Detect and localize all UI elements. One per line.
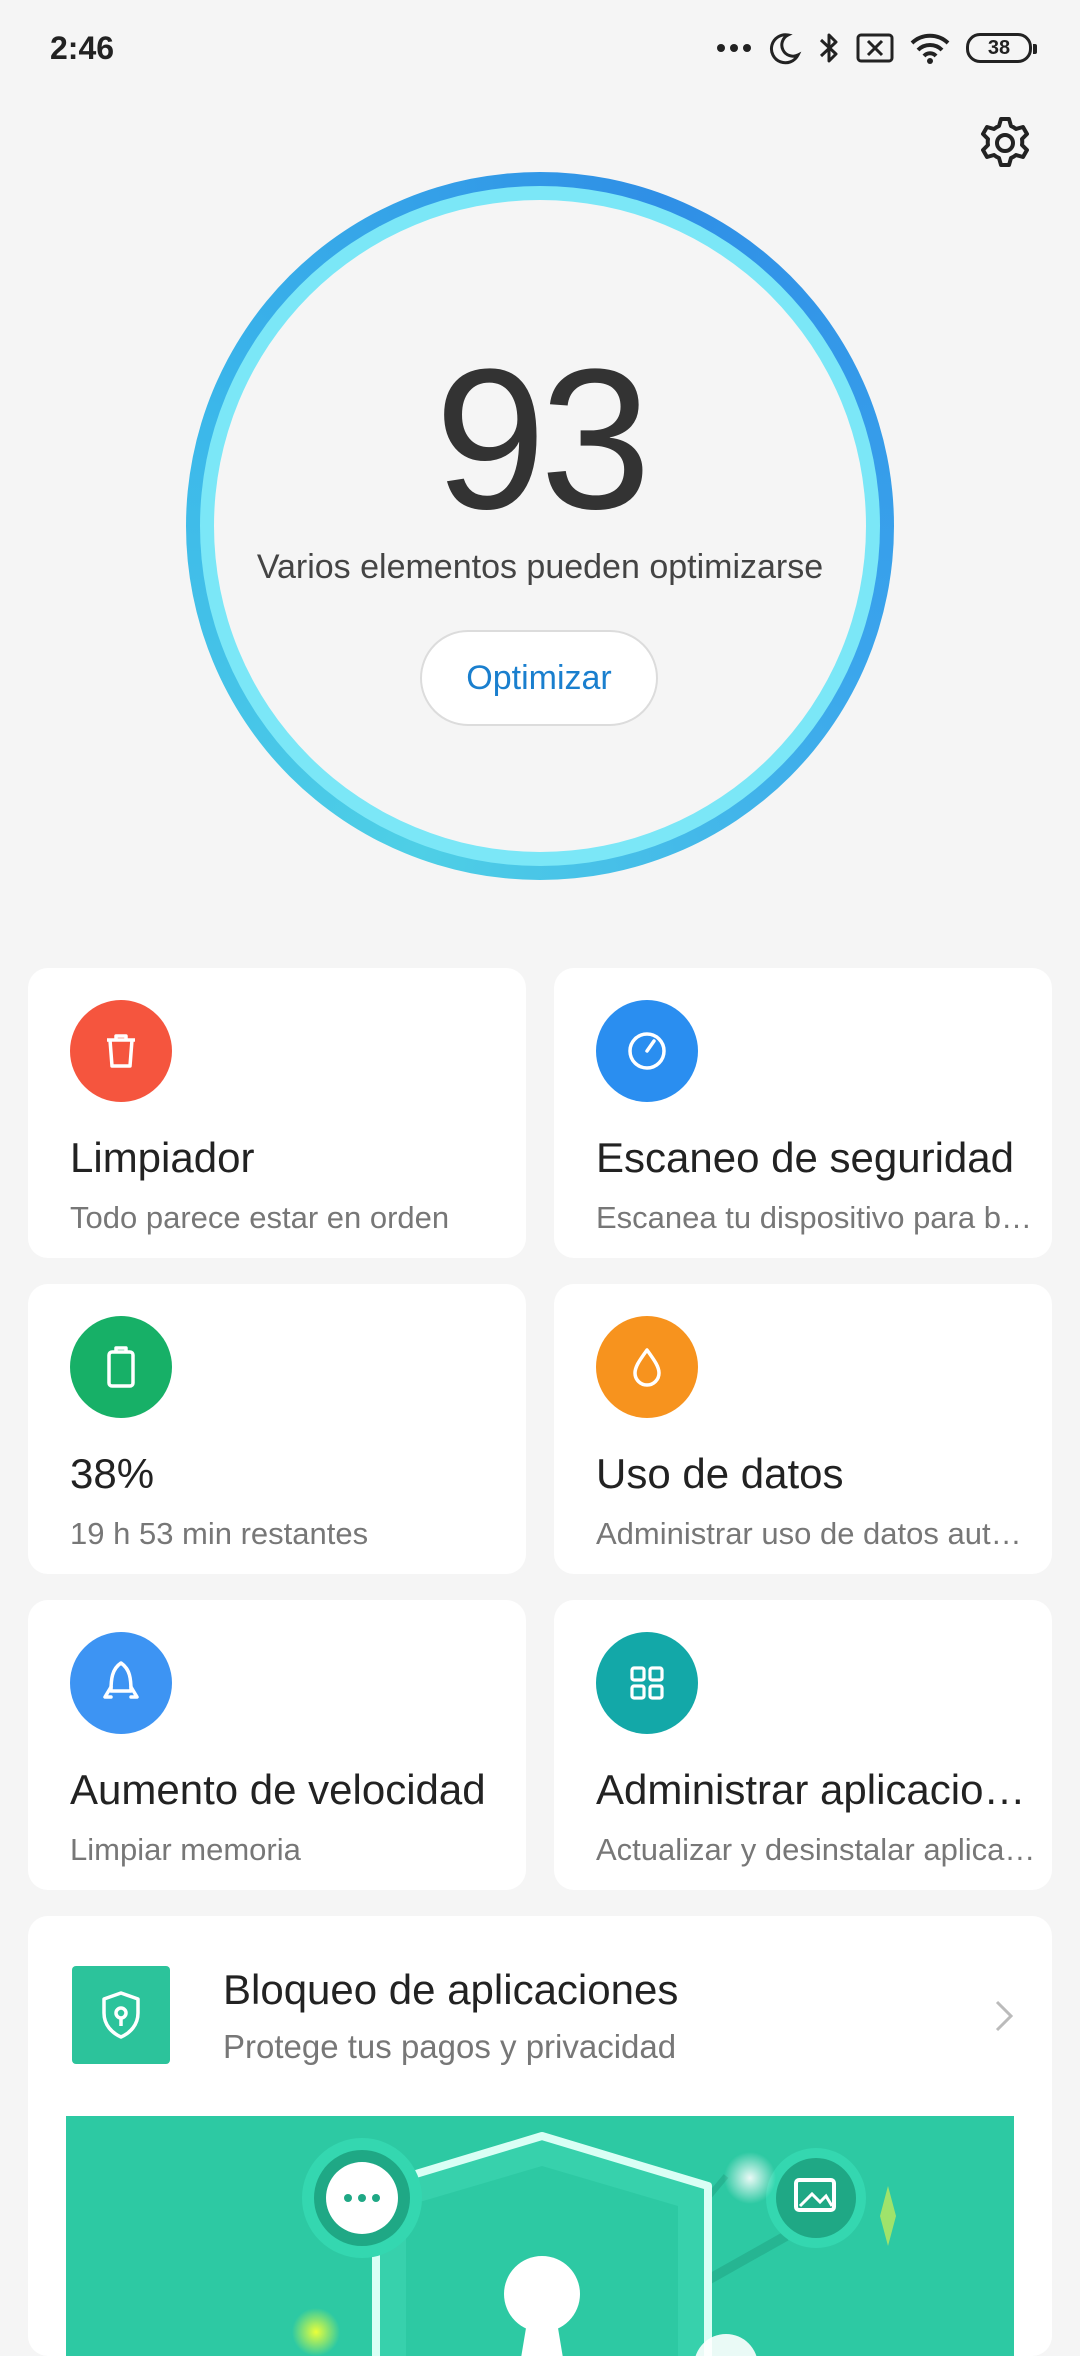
battery-card[interactable]: 38% 19 h 53 min restantes — [28, 1284, 526, 1574]
score-message: Varios elementos pueden optimizarse — [256, 548, 824, 586]
score-value: 93 — [434, 328, 651, 551]
card-subtitle: Escanea tu dispositivo para buscar amena… — [596, 1200, 1038, 1235]
battery-icon: 38 — [966, 33, 1037, 63]
card-subtitle: Todo parece estar en orden — [70, 1200, 450, 1235]
card-subtitle: Actualizar y desinstalar aplicaciones — [596, 1832, 1038, 1867]
rocket-icon — [70, 1632, 172, 1734]
card-title: 38% — [70, 1450, 155, 1497]
battery-icon — [70, 1316, 172, 1418]
card-title: Aumento de velocidad — [70, 1766, 486, 1813]
status-icons: 38 — [716, 30, 1037, 66]
chevron-right-icon — [992, 1996, 1016, 2041]
droplet-icon — [596, 1316, 698, 1418]
app-lock-card[interactable]: Bloqueo de aplicaciones Protege tus pago… — [28, 1916, 1052, 2356]
card-title: Escaneo de seguridad — [596, 1134, 1014, 1181]
data-usage-card[interactable]: Uso de datos Administrar uso de datos au… — [554, 1284, 1052, 1574]
bluetooth-icon — [818, 30, 840, 66]
apps-grid-icon — [596, 1632, 698, 1734]
card-subtitle: Limpiar memoria — [70, 1832, 301, 1867]
gear-icon — [977, 115, 1033, 176]
optimize-button[interactable]: Optimizar — [420, 630, 658, 726]
app-lock-title: Bloqueo de aplicaciones — [223, 1966, 679, 2013]
status-bar: 2:46 38 — [0, 0, 1080, 96]
card-title: Limpiador — [70, 1134, 255, 1181]
card-subtitle: Administrar uso de datos automáticamente — [596, 1516, 1038, 1551]
card-title: Administrar aplicaciones — [596, 1766, 1038, 1813]
status-time: 2:46 — [50, 29, 115, 66]
more-dots-icon — [716, 42, 752, 54]
app-lock-subtitle: Protege tus pagos y privacidad — [223, 2028, 677, 2065]
security-scan-card[interactable]: Escaneo de seguridad Escanea tu disposit… — [554, 968, 1052, 1258]
manage-apps-card[interactable]: Administrar aplicaciones Actualizar y de… — [554, 1600, 1052, 1890]
trash-icon — [70, 1000, 172, 1102]
sim-x-icon — [856, 33, 894, 63]
speed-boost-card[interactable]: Aumento de velocidad Limpiar memoria — [28, 1600, 526, 1890]
app-lock-illustration — [66, 2116, 1014, 2356]
shield-lock-icon — [72, 1966, 170, 2064]
settings-button[interactable] — [972, 112, 1038, 178]
card-subtitle: 19 h 53 min restantes — [70, 1516, 369, 1551]
cleaner-card[interactable]: Limpiador Todo parece estar en orden — [28, 968, 526, 1258]
security-scan-icon — [596, 1000, 698, 1102]
card-title: Uso de datos — [596, 1450, 844, 1497]
wifi-icon — [910, 32, 950, 64]
moon-icon — [768, 31, 802, 65]
